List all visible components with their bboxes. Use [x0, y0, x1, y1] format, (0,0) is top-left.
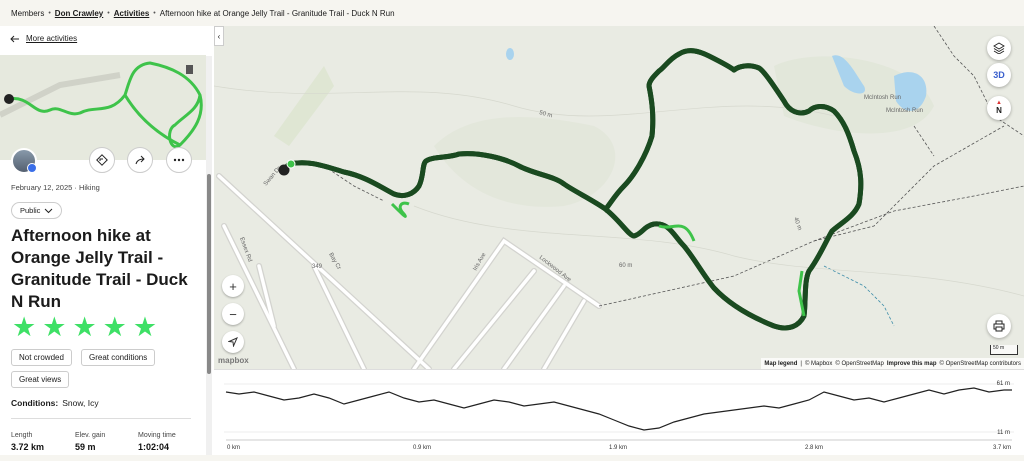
thumbnail-map — [0, 55, 206, 160]
stat-value: 3.72 km — [11, 442, 45, 452]
compass-label: N — [996, 106, 1002, 115]
visibility-dropdown[interactable]: Public — [11, 202, 63, 219]
elevation-chart: 61 m 11 m 0 km 0.9 km 1.9 km 2.8 km 3.7 … — [224, 381, 1014, 451]
breadcrumb: Members • Don Crawley • Activities • Aft… — [0, 0, 1024, 26]
stat-value: 59 m — [75, 442, 96, 452]
scrollbar-thumb[interactable] — [207, 174, 211, 374]
breadcrumb-separator: • — [48, 9, 51, 17]
attribution-osm-contributors[interactable]: © OpenStreetMap contributors — [940, 361, 1021, 367]
improve-map-link[interactable]: Improve this map — [887, 361, 937, 367]
tag-great-conditions: Great conditions — [81, 349, 156, 366]
stat-label: Elev. gain — [75, 432, 106, 439]
divider — [11, 418, 191, 419]
more-options-button[interactable] — [166, 147, 192, 173]
elevation-x-tick: 0.9 km — [413, 445, 431, 451]
map-view[interactable]: McIntosh Run McIntosh Run Swan Dr Bay Cr… — [214, 26, 1024, 369]
conditions-value: Snow, Icy — [62, 398, 99, 408]
star-icon: ★ — [102, 312, 127, 342]
elevation-line — [225, 387, 1012, 431]
breadcrumb-separator: • — [153, 9, 156, 17]
elevation-x-tick: 0 km — [227, 445, 240, 451]
tag-not-crowded: Not crowded — [11, 349, 72, 366]
3d-toggle-button[interactable]: 3D — [987, 63, 1011, 87]
more-activities-link[interactable]: More activities — [10, 34, 77, 43]
elevation-profile[interactable]: 61 m 11 m 0 km 0.9 km 1.9 km 2.8 km 3.7 … — [214, 369, 1024, 455]
elevation-max-label: 61 m — [997, 381, 1010, 387]
attribution-separator: | — [800, 360, 802, 367]
plus-icon: + — [229, 278, 237, 294]
directions-button[interactable] — [89, 147, 115, 173]
breadcrumb-current: Afternoon hike at Orange Jelly Trail - G… — [159, 8, 395, 18]
sidebar-scrollbar[interactable] — [206, 56, 212, 455]
directions-icon — [96, 154, 108, 166]
stat-label: Length — [11, 432, 33, 439]
activity-sidebar: More activities February 12, 2025 · Hiki… — [0, 26, 214, 455]
stat-value: 1:02:04 — [138, 442, 170, 452]
tag-great-views: Great views — [11, 371, 70, 388]
breadcrumb-user[interactable]: Don Crawley — [55, 9, 103, 18]
elevation-x-tick: 2.8 km — [805, 445, 823, 451]
elevation-min-label: 11 m — [997, 430, 1010, 436]
conditions-label: Conditions: — [11, 398, 59, 408]
collapse-sidebar-button[interactable]: ‹ — [214, 26, 224, 46]
map-legend-link[interactable]: Map legend — [764, 361, 797, 367]
map-scale: 50 m — [990, 345, 1018, 355]
breadcrumb-activities[interactable]: Activities — [114, 9, 150, 18]
breadcrumb-separator: • — [107, 9, 110, 17]
map-label: McIntosh Run — [864, 95, 901, 101]
map-canvas: McIntosh Run McIntosh Run Swan Dr Bay Cr… — [214, 26, 1024, 369]
layers-button[interactable] — [987, 36, 1011, 60]
stat-label: Moving time — [138, 432, 176, 439]
activity-date-type: February 12, 2025 · Hiking — [11, 183, 100, 192]
locate-button[interactable] — [222, 331, 244, 353]
route-thumbnail[interactable] — [0, 55, 206, 160]
rating-stars: ★ ★ ★ ★ ★ — [12, 312, 158, 342]
chevron-left-icon: ‹ — [217, 31, 221, 41]
star-icon: ★ — [72, 312, 97, 342]
elevation-x-tick: 3.7 km — [993, 445, 1011, 451]
elevation-x-tick: 1.9 km — [609, 445, 627, 451]
map-attribution: Map legend | © Mapbox © OpenStreetMap Im… — [761, 358, 1024, 369]
chevron-down-icon — [45, 208, 53, 213]
visibility-label: Public — [20, 206, 41, 215]
star-icon: ★ — [12, 312, 37, 342]
map-label: 349 — [312, 264, 323, 270]
layers-icon — [993, 42, 1005, 54]
stat-elevation-gain: Elev. gain 59 m — [75, 432, 105, 452]
attribution-osm[interactable]: © OpenStreetMap — [835, 361, 883, 367]
activity-title: Afternoon hike at Orange Jelly Trail - G… — [11, 226, 188, 311]
star-icon: ★ — [42, 312, 67, 342]
stat-moving-time: Moving time 1:02:04 — [138, 432, 176, 452]
more-icon — [173, 158, 185, 162]
map-label: McIntosh Run — [886, 108, 923, 114]
share-button[interactable] — [127, 147, 153, 173]
print-icon — [993, 320, 1005, 332]
zoom-out-button[interactable]: − — [222, 303, 244, 325]
print-button[interactable] — [987, 314, 1011, 338]
verified-badge-icon — [27, 163, 37, 173]
share-icon — [135, 155, 145, 165]
mapbox-logo[interactable]: mapbox — [218, 356, 249, 365]
minus-icon: − — [229, 306, 237, 322]
compass-button[interactable]: ▲ N — [987, 96, 1011, 120]
arrow-left-icon — [10, 35, 19, 42]
more-activities-label: More activities — [26, 34, 78, 43]
locate-arrow-icon — [228, 337, 238, 347]
star-icon: ★ — [132, 312, 158, 342]
map-label: 60 m — [619, 263, 632, 269]
breadcrumb-members[interactable]: Members — [11, 9, 44, 18]
attribution-mapbox[interactable]: © Mapbox — [805, 361, 832, 367]
zoom-in-button[interactable]: + — [222, 275, 244, 297]
stat-length: Length 3.72 km — [11, 432, 44, 452]
conditions: Conditions: Snow, Icy — [11, 398, 99, 408]
